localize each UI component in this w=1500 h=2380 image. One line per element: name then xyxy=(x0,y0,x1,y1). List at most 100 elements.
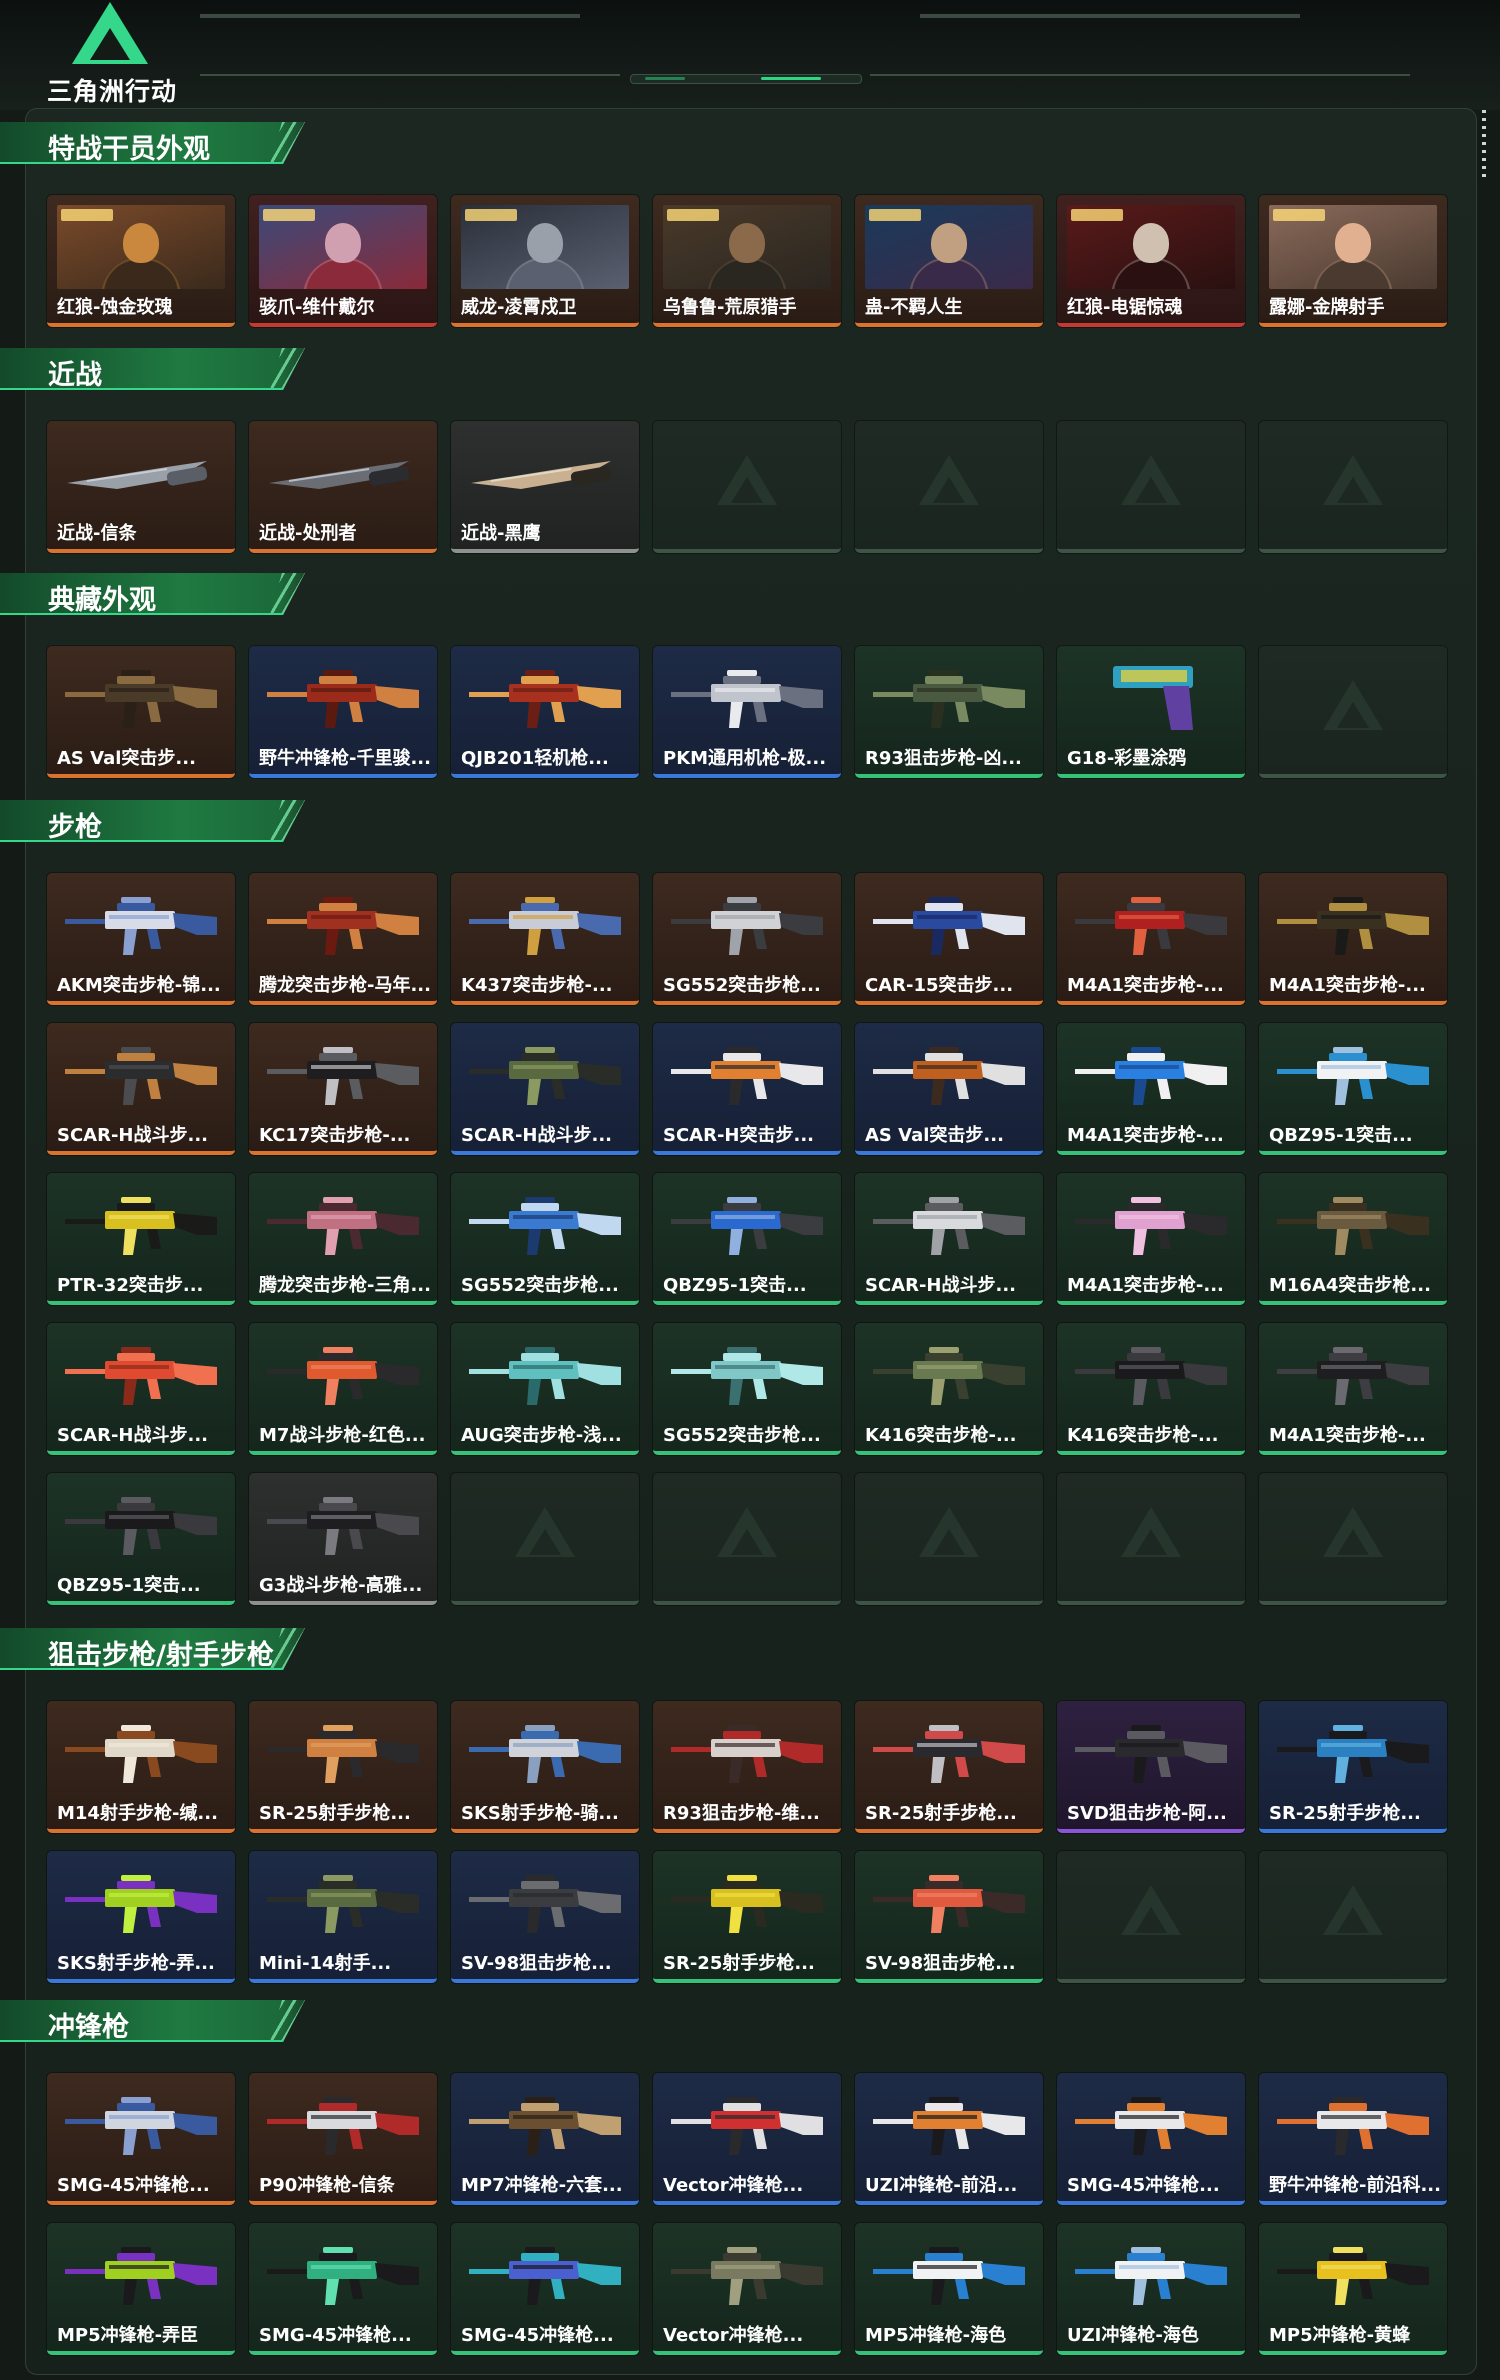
item-card[interactable]: 乌鲁鲁-荒原猎手 xyxy=(653,195,841,327)
item-card[interactable]: SR-25射手步枪... xyxy=(249,1701,437,1833)
item-card[interactable]: SR-25射手步枪... xyxy=(653,1851,841,1983)
item-image xyxy=(461,883,629,967)
item-card[interactable]: M14射手步枪-缄... xyxy=(47,1701,235,1833)
item-card[interactable]: P90冲锋枪-信条 xyxy=(249,2073,437,2205)
item-card[interactable]: M4A1突击步枪-... xyxy=(1259,1323,1447,1455)
item-card[interactable]: AKM突击步枪-锦... xyxy=(47,873,235,1005)
item-card[interactable]: KC17突击步枪-... xyxy=(249,1023,437,1155)
item-card[interactable]: 野牛冲锋枪-前沿科... xyxy=(1259,2073,1447,2205)
item-card[interactable]: 近战-黑鹰 xyxy=(451,421,639,553)
item-card[interactable]: CAR-15突击步... xyxy=(855,873,1043,1005)
item-card[interactable]: MP7冲锋枪-六套... xyxy=(451,2073,639,2205)
item-card[interactable]: K416突击步枪-... xyxy=(855,1323,1043,1455)
item-card[interactable]: SV-98狙击步枪... xyxy=(855,1851,1043,1983)
gun-icon xyxy=(267,1047,419,1105)
item-name: SCAR-H战斗步... xyxy=(461,1125,613,1146)
item-card[interactable]: SMG-45冲锋枪... xyxy=(1057,2073,1245,2205)
item-card[interactable]: G18-彩墨涂鸦 xyxy=(1057,646,1245,778)
scrollbar[interactable] xyxy=(1482,110,1486,180)
item-card[interactable]: Vector冲锋枪... xyxy=(653,2073,841,2205)
item-card[interactable]: SCAR-H战斗步... xyxy=(47,1023,235,1155)
item-image xyxy=(259,431,427,515)
section-header: 狙击步枪/射手步枪 xyxy=(0,1628,305,1670)
item-card[interactable]: SCAR-H战斗步... xyxy=(451,1023,639,1155)
item-card[interactable]: MP5冲锋枪-弄臣 xyxy=(47,2223,235,2355)
item-card[interactable]: SKS射手步枪-骑... xyxy=(451,1701,639,1833)
item-name: R93狙击步枪-凶... xyxy=(865,748,1022,769)
item-card[interactable]: 威龙-凌霄戍卫 xyxy=(451,195,639,327)
item-name: P90冲锋枪-信条 xyxy=(259,2175,395,2196)
item-card[interactable]: 近战-处刑者 xyxy=(249,421,437,553)
item-image xyxy=(259,1183,427,1267)
gun-icon xyxy=(65,1875,217,1933)
gun-icon xyxy=(873,1875,1025,1933)
operator-portrait-image xyxy=(461,205,629,289)
item-card[interactable]: M4A1突击步枪-... xyxy=(1057,1023,1245,1155)
item-card[interactable]: Vector冲锋枪... xyxy=(653,2223,841,2355)
item-card[interactable]: SR-25射手步枪... xyxy=(855,1701,1043,1833)
gun-icon xyxy=(267,1347,419,1405)
item-card[interactable]: 腾龙突击步枪-三角... xyxy=(249,1173,437,1305)
item-card[interactable]: PTR-32突击步... xyxy=(47,1173,235,1305)
item-card[interactable]: UZI冲锋枪-海色 xyxy=(1057,2223,1245,2355)
item-card[interactable]: SMG-45冲锋枪... xyxy=(249,2223,437,2355)
item-card[interactable]: SR-25射手步枪... xyxy=(1259,1701,1447,1833)
item-card[interactable]: M16A4突击步枪... xyxy=(1259,1173,1447,1305)
item-card[interactable]: SMG-45冲锋枪... xyxy=(451,2223,639,2355)
item-card[interactable]: 露娜-金牌射手 xyxy=(1259,195,1447,327)
item-card[interactable]: SV-98狙击步枪... xyxy=(451,1851,639,1983)
item-card[interactable]: R93狙击步枪-凶... xyxy=(855,646,1043,778)
item-card[interactable]: SCAR-H战斗步... xyxy=(47,1323,235,1455)
item-card[interactable]: M4A1突击步枪-... xyxy=(1057,873,1245,1005)
item-card[interactable]: 野牛冲锋枪-千里骏... xyxy=(249,646,437,778)
item-card[interactable]: AS Val突击步... xyxy=(855,1023,1043,1155)
item-name: M16A4突击步枪... xyxy=(1269,1275,1431,1296)
logo-text: 三角洲行动 xyxy=(46,77,177,106)
item-card[interactable]: 蛊-不羁人生 xyxy=(855,195,1043,327)
item-card[interactable]: SG552突击步枪... xyxy=(653,1323,841,1455)
item-card[interactable]: SCAR-H战斗步... xyxy=(855,1173,1043,1305)
item-card[interactable]: K437突击步枪-... xyxy=(451,873,639,1005)
item-card[interactable]: 骇爪-维什戴尔 xyxy=(249,195,437,327)
item-card[interactable]: QBZ95-1突击... xyxy=(47,1473,235,1605)
item-card[interactable]: SCAR-H突击步... xyxy=(653,1023,841,1155)
item-card[interactable]: SMG-45冲锋枪... xyxy=(47,2073,235,2205)
item-card[interactable]: Mini-14射手... xyxy=(249,1851,437,1983)
item-card[interactable]: QBZ95-1突击... xyxy=(653,1173,841,1305)
item-card[interactable]: M7战斗步枪-红色... xyxy=(249,1323,437,1455)
item-card[interactable]: R93狙击步枪-维... xyxy=(653,1701,841,1833)
portrait-banner-logo xyxy=(1071,209,1123,221)
item-card[interactable]: UZI冲锋枪-前沿... xyxy=(855,2073,1043,2205)
item-card[interactable]: AS Val突击步... xyxy=(47,646,235,778)
item-card[interactable]: M4A1突击步枪-... xyxy=(1057,1173,1245,1305)
item-card[interactable]: MP5冲锋枪-海色 xyxy=(855,2223,1043,2355)
item-card[interactable]: 腾龙突击步枪-马年... xyxy=(249,873,437,1005)
gun-icon xyxy=(1075,1725,1227,1783)
item-name: SMG-45冲锋枪... xyxy=(259,2325,412,2346)
item-card[interactable]: SVD狙击步枪-阿... xyxy=(1057,1701,1245,1833)
item-image xyxy=(259,656,427,740)
item-card[interactable]: G3战斗步枪-高雅... xyxy=(249,1473,437,1605)
item-card[interactable]: QJB201轻机枪... xyxy=(451,646,639,778)
header-decoration-left xyxy=(200,14,580,18)
gun-icon xyxy=(267,1497,419,1555)
item-card[interactable]: MP5冲锋枪-黄蜂 xyxy=(1259,2223,1447,2355)
item-card[interactable]: SG552突击步枪... xyxy=(451,1173,639,1305)
empty-slot xyxy=(1057,421,1245,553)
item-image xyxy=(865,1333,1033,1417)
item-name: MP7冲锋枪-六套... xyxy=(461,2175,623,2196)
item-card[interactable]: M4A1突击步枪-... xyxy=(1259,873,1447,1005)
item-image xyxy=(259,1711,427,1795)
gun-icon xyxy=(469,1347,621,1405)
item-image xyxy=(1067,1183,1235,1267)
item-card[interactable]: 近战-信条 xyxy=(47,421,235,553)
item-card[interactable]: K416突击步枪-... xyxy=(1057,1323,1245,1455)
item-card[interactable]: SKS射手步枪-弄... xyxy=(47,1851,235,1983)
item-card[interactable]: PKM通用机枪-极... xyxy=(653,646,841,778)
item-card[interactable]: QBZ95-1突击... xyxy=(1259,1023,1447,1155)
item-card[interactable]: 红狼-蚀金玫瑰 xyxy=(47,195,235,327)
item-card[interactable]: AUG突击步枪-浅... xyxy=(451,1323,639,1455)
item-card[interactable]: 红狼-电锯惊魂 xyxy=(1057,195,1245,327)
knife-icon xyxy=(67,461,208,489)
item-card[interactable]: SG552突击步枪... xyxy=(653,873,841,1005)
